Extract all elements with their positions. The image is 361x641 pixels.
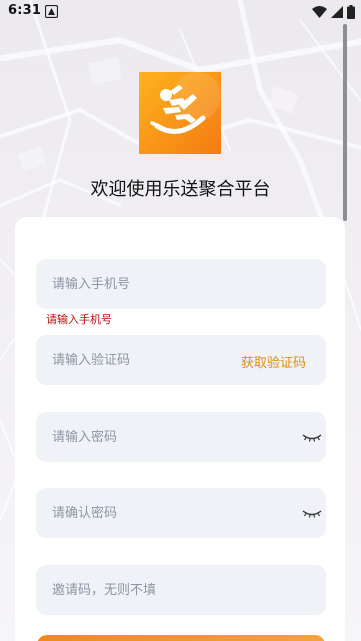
password-field-container: [36, 412, 326, 462]
notification-icon: [45, 5, 58, 18]
code-input[interactable]: [36, 335, 226, 385]
signal-icon: [331, 6, 343, 18]
password-input[interactable]: [36, 412, 291, 462]
status-bar: 6:31: [0, 0, 361, 24]
status-icons: [312, 4, 355, 20]
invite-code-input[interactable]: [36, 565, 326, 615]
welcome-title: 欢迎使用乐送聚合平台: [90, 179, 271, 200]
register-form-card: 请输入手机号 获取验证码: [15, 217, 345, 641]
wifi-icon: [312, 6, 327, 18]
confirm-password-field-container: [36, 488, 326, 538]
code-field-container: 获取验证码: [36, 335, 326, 385]
confirm-password-input[interactable]: [36, 488, 291, 538]
phone-error-text: 请输入手机号: [46, 313, 112, 326]
phone-field-container: [36, 259, 326, 309]
runner-logo-icon: [139, 72, 221, 154]
eye-closed-icon[interactable]: [302, 508, 322, 520]
eye-closed-icon[interactable]: [302, 432, 322, 444]
phone-input[interactable]: [36, 259, 326, 309]
get-code-button[interactable]: 获取验证码: [241, 352, 306, 371]
status-time: 6:31: [8, 3, 42, 18]
battery-icon: [347, 5, 355, 19]
submit-button[interactable]: [37, 635, 325, 641]
invite-field-container: [36, 565, 326, 615]
